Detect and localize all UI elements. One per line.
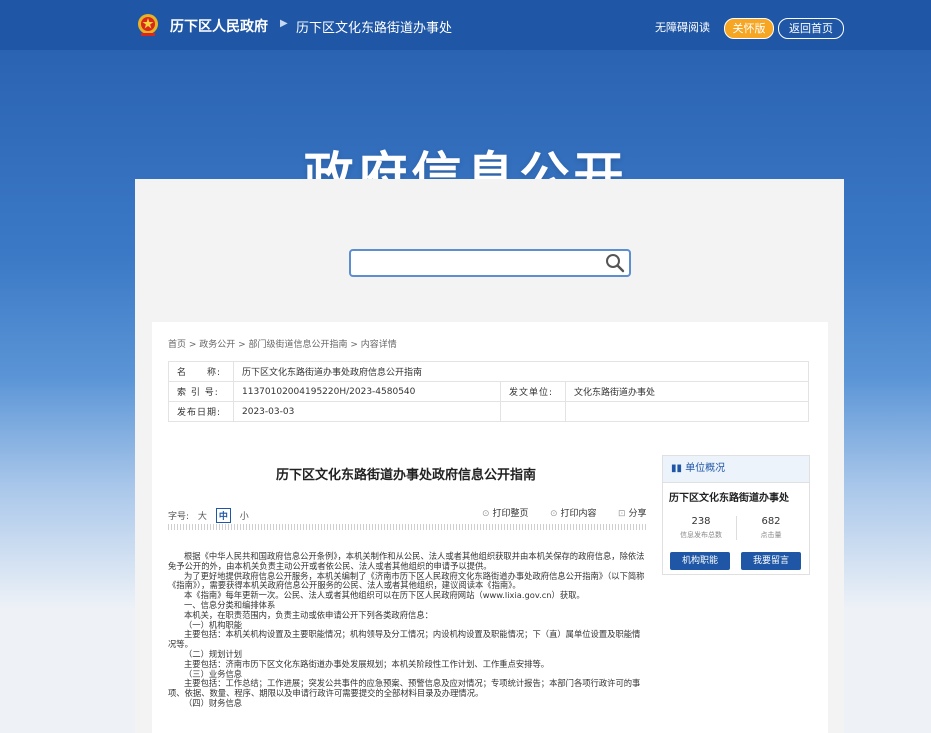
stat-divider xyxy=(736,516,737,540)
print-content-label: 打印内容 xyxy=(560,509,597,519)
stat-clicks-label: 点击量 xyxy=(760,531,782,539)
paragraph: 主要包括：本机关机构设置及主要职能情况；机构领导及分工情况；内设机构设置及职能情… xyxy=(168,629,641,650)
issuer-label: 发文单位: xyxy=(500,381,566,402)
stat-clicks: 682 点击量 xyxy=(739,516,803,540)
print-content-button[interactable]: ⊙ 打印内容 xyxy=(550,506,597,519)
stat-published: 238 信息发布总数 xyxy=(669,516,733,540)
font-size-label: 字号: xyxy=(168,512,190,522)
print-page-label: 打印整页 xyxy=(492,509,529,519)
org-function-button[interactable]: 机构职能 xyxy=(670,552,730,570)
share-button[interactable]: ⊡ 分享 xyxy=(618,506,647,519)
unit-overview-card: ▮▮ 单位概况 历下区文化东路街道办事处 238 信息发布总数 682 点击量 … xyxy=(662,455,810,575)
stat-clicks-value: 682 xyxy=(761,516,781,527)
name-label: 名 称: xyxy=(168,361,234,382)
content-panel: 首页 > 政务公开 > 部门级街道信息公开指南 > 内容详情 名 称: 历下区文… xyxy=(152,322,828,733)
info-row-index: 索 引 号: 11370102004195220H/2023-4580540 发… xyxy=(168,381,809,402)
leave-message-button[interactable]: 我要留言 xyxy=(741,552,801,570)
index-value: 11370102004195220H/2023-4580540 xyxy=(233,381,501,402)
share-icon: ⊡ xyxy=(618,509,626,519)
chart-icon: ▮▮ xyxy=(671,463,686,474)
article-title: 历下区文化东路街道办事处政府信息公开指南 xyxy=(276,468,537,483)
top-bar: 历下区人民政府 ▶ 历下区文化东路街道办事处 无障碍阅读 关怀版 返回首页 xyxy=(0,0,931,50)
info-row-name: 名 称: 历下区文化东路街道办事处政府信息公开指南 xyxy=(168,361,809,382)
font-large-button[interactable]: 大 xyxy=(198,512,207,522)
paragraph: 为了更好地提供政府信息公开服务，本机关编制了《济南市历下区人民政府文化东路街道办… xyxy=(168,570,645,591)
search-icon[interactable] xyxy=(605,253,625,273)
search-box xyxy=(349,249,631,277)
font-medium-button[interactable]: 中 xyxy=(215,508,231,523)
search-input[interactable] xyxy=(357,253,601,273)
department-name: 历下区文化东路街道办事处 xyxy=(296,21,453,36)
info-table: 名 称: 历下区文化东路街道办事处政府信息公开指南 索 引 号: 1137010… xyxy=(168,361,809,422)
print-page-button[interactable]: ⊙ 打印整页 xyxy=(482,506,529,519)
font-size-control: 字号: 大 中 小 xyxy=(168,508,255,523)
font-small-button[interactable]: 小 xyxy=(240,512,249,522)
print-icon: ⊙ xyxy=(482,509,490,519)
back-home-button[interactable]: 返回首页 xyxy=(778,18,844,39)
unit-overview-header: ▮▮ 单位概况 xyxy=(663,456,809,483)
paragraph: 主要包括：工作总结；工作进展；突发公共事件的应急预案、预警信息及应对情况；专项统… xyxy=(168,678,641,699)
print-icon: ⊙ xyxy=(550,509,558,519)
date-value: 2023-03-03 xyxy=(233,401,501,422)
stat-published-label: 信息发布总数 xyxy=(680,531,722,539)
paragraph: 根据《中华人民共和国政府信息公开条例》，本机关制作和从公民、法人或者其他组织获取… xyxy=(168,551,645,571)
stat-published-value: 238 xyxy=(691,516,711,527)
national-emblem-icon xyxy=(138,14,158,36)
index-label: 索 引 号: xyxy=(168,381,234,402)
issuer-value: 文化东路街道办事处 xyxy=(565,381,809,402)
share-label: 分享 xyxy=(628,509,647,519)
breadcrumb[interactable]: 首页 > 政务公开 > 部门级街道信息公开指南 > 内容详情 xyxy=(168,337,397,350)
divider xyxy=(168,524,646,530)
header-arrow-icon: ▶ xyxy=(280,18,288,29)
accessibility-link[interactable]: 无障碍阅读 xyxy=(655,19,710,35)
paragraph: （四）财务信息 xyxy=(184,697,243,708)
info-row-date: 发布日期: 2023-03-03 xyxy=(168,401,809,422)
unit-name: 历下区文化东路街道办事处 xyxy=(669,493,789,504)
name-value: 历下区文化东路街道办事处政府信息公开指南 xyxy=(233,361,809,382)
empty-cell xyxy=(565,401,809,422)
site-name-link[interactable]: 历下区人民政府 xyxy=(170,16,268,36)
article-body: 根据《中华人民共和国政府信息公开条例》，本机关制作和从公民、法人或者其他组织获取… xyxy=(168,551,646,709)
unit-overview-title: 单位概况 xyxy=(685,463,726,474)
main-container: 首页 > 政务公开 > 部门级街道信息公开指南 > 内容详情 名 称: 历下区文… xyxy=(135,179,844,733)
empty-cell xyxy=(500,401,566,422)
date-label: 发布日期: xyxy=(168,401,234,422)
care-version-button[interactable]: 关怀版 xyxy=(724,18,774,39)
